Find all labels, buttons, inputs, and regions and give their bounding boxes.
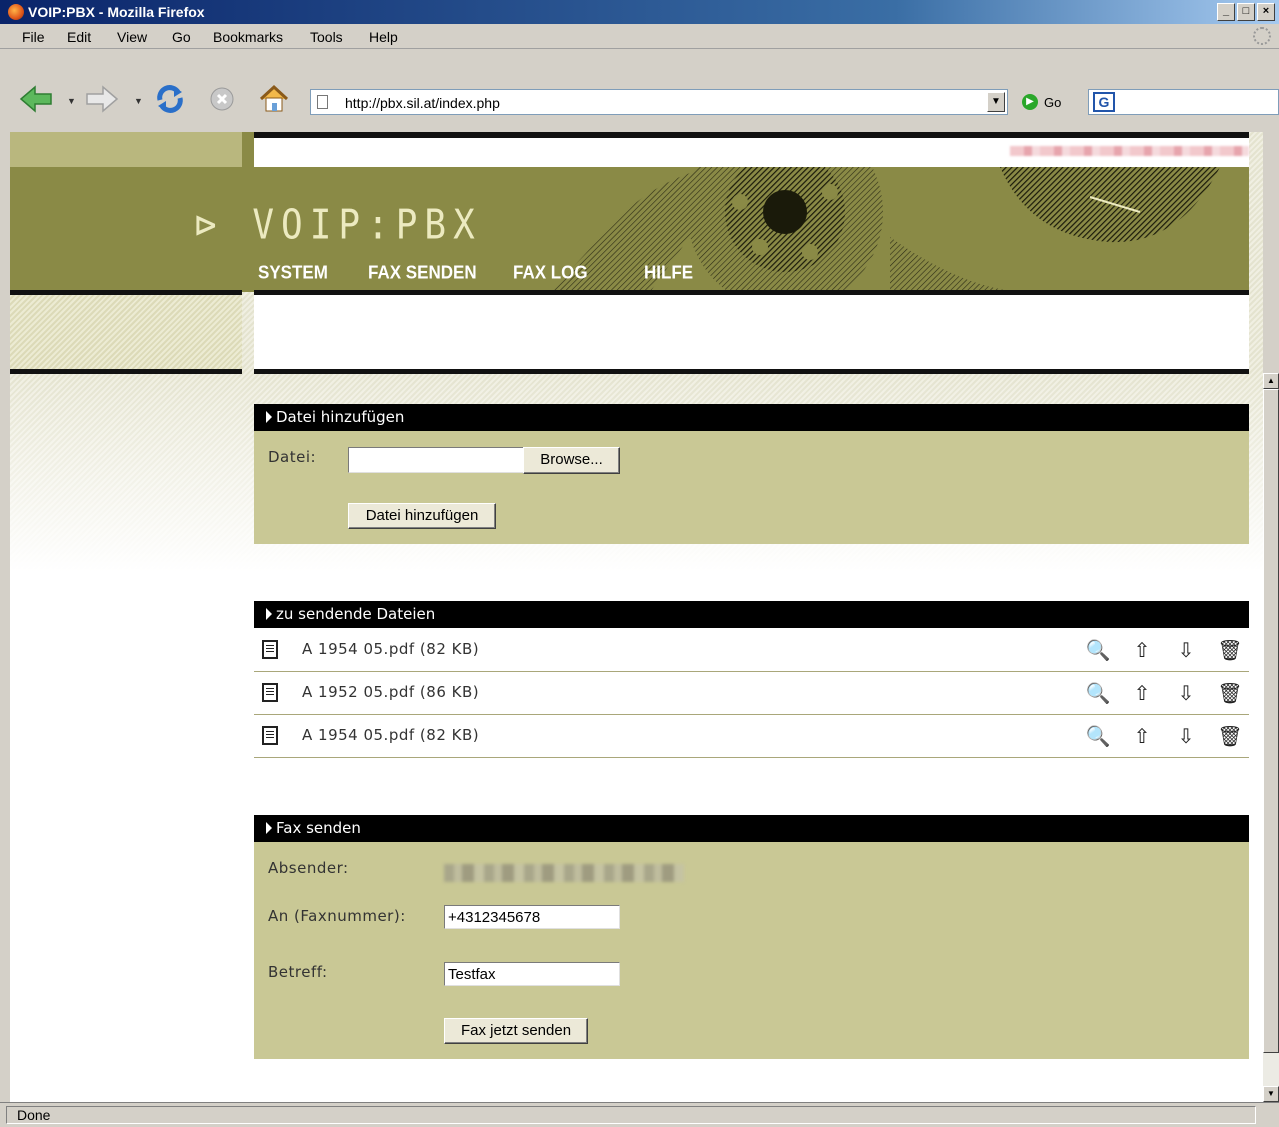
url-bar[interactable]: http://pbx.sil.at/index.php ▼ [310,89,1008,115]
move-up-icon[interactable]: ⇧ [1129,723,1155,749]
scroll-thumb[interactable] [1263,389,1279,1053]
add-file-button[interactable]: Datei hinzufügen [348,503,496,529]
forward-dropdown-icon[interactable]: ▼ [134,96,143,106]
reload-button[interactable] [152,85,188,113]
back-dropdown-icon[interactable]: ▼ [67,96,76,106]
preview-icon[interactable]: 🔍 [1085,637,1111,663]
menu-view[interactable]: View [117,29,147,45]
scroll-up-icon[interactable]: ▲ [1263,373,1279,389]
window-title: VOIP:PBX - Mozilla Firefox [28,4,205,20]
header-band: ⊳ VOIP:PBX SYSTEM FAX SENDEN FAX LOG HIL… [10,167,1249,292]
scroll-down-icon[interactable]: ▼ [1263,1086,1279,1102]
move-up-icon[interactable]: ⇧ [1129,680,1155,706]
forward-button[interactable] [84,85,120,113]
window-titlebar: VOIP:PBX - Mozilla Firefox _ □ × [0,0,1279,24]
preview-icon[interactable]: 🔍 [1085,680,1111,706]
header-left-block [10,132,242,167]
nav-hilfe[interactable]: HILFE [644,262,693,284]
menu-go[interactable]: Go [172,29,191,45]
delete-icon[interactable]: 🗑 [1217,637,1243,663]
send-fax-button[interactable]: Fax jetzt senden [444,1018,588,1044]
file-input[interactable] [348,447,524,473]
sender-value-redacted [444,864,684,882]
menu-bar: File Edit View Go Bookmarks Tools Help [0,24,1279,49]
url-text[interactable]: http://pbx.sil.at/index.php [345,95,500,111]
site-logo[interactable]: ⊳ VOIP:PBX [195,202,482,249]
move-down-icon[interactable]: ⇩ [1173,680,1199,706]
heading-arrow-icon [266,822,272,834]
file-row: A 1952 05.pdf (86 KB) 🔍 ⇧ ⇩ 🗑 [254,671,1249,715]
maximize-button[interactable]: □ [1237,3,1255,21]
send-fax-heading: Fax senden [254,815,1249,842]
menu-tools[interactable]: Tools [310,29,343,45]
header-bottom-line-right [254,369,1249,374]
throbber-icon [1253,27,1271,45]
go-icon: ▶ [1022,94,1038,110]
file-row: A 1954 05.pdf (82 KB) 🔍 ⇧ ⇩ 🗑 [254,628,1249,672]
heading-arrow-icon [266,608,272,620]
google-icon: G [1093,92,1115,112]
menu-help[interactable]: Help [369,29,398,45]
status-text: Done [6,1106,1256,1124]
status-bar: Done [0,1102,1279,1127]
move-down-icon[interactable]: ⇩ [1173,723,1199,749]
firefox-icon [8,4,24,20]
page-viewport: ⊳ VOIP:PBX SYSTEM FAX SENDEN FAX LOG HIL… [10,132,1263,1102]
logo-mark-icon: ⊳ [195,201,224,250]
stop-button[interactable] [206,85,238,113]
stop-icon [210,87,234,111]
nav-fax-senden[interactable]: FAX SENDEN [368,262,477,284]
subject-label: Betreff: [268,963,328,981]
heading-arrow-icon [266,411,272,423]
close-button[interactable]: × [1257,3,1275,21]
navigation-toolbar: ▼ ▼ http://pbx.sil.at/index.php ▼ ▶ Go G [0,49,1279,132]
fax-number-label: An (Faxnummer): [268,907,406,925]
file-row: A 1954 05.pdf (82 KB) 🔍 ⇧ ⇩ 🗑 [254,714,1249,758]
reload-icon [157,85,183,113]
document-icon [262,726,278,745]
browse-button[interactable]: Browse... [523,447,620,474]
minimize-button[interactable]: _ [1217,3,1235,21]
page-scrollbar[interactable]: ▲ ▼ [1263,373,1279,1102]
delete-icon[interactable]: 🗑 [1217,723,1243,749]
home-icon [259,84,289,112]
header-bottom-line-left [10,369,242,374]
sender-label: Absender: [268,859,349,877]
delete-icon[interactable]: 🗑 [1217,680,1243,706]
file-label: Datei: [268,448,317,466]
preview-icon[interactable]: 🔍 [1085,723,1111,749]
document-icon [262,683,278,702]
subject-input[interactable] [444,962,620,986]
file-name: A 1952 05.pdf (86 KB) [302,683,480,701]
add-file-heading: Datei hinzufügen [254,404,1249,431]
nav-fax-log[interactable]: FAX LOG [513,262,588,284]
file-name: A 1954 05.pdf (82 KB) [302,640,480,658]
send-fax-panel: Absender: An (Faxnummer): Betreff: Fax j… [254,842,1249,1059]
page-icon [317,95,328,109]
fax-number-input[interactable] [444,905,620,929]
header-sub-white [254,295,1249,370]
nav-system[interactable]: SYSTEM [258,262,328,284]
queue-heading: zu sendende Dateien [254,601,1249,628]
menu-file[interactable]: File [22,29,45,45]
home-button[interactable] [256,84,292,113]
logo-text: VOIP:PBX [252,201,482,250]
document-icon [262,640,278,659]
file-name: A 1954 05.pdf (82 KB) [302,726,480,744]
redacted-banner [1010,146,1249,156]
menu-bookmarks[interactable]: Bookmarks [213,29,283,45]
back-arrow-icon [19,85,52,113]
back-button[interactable] [18,85,54,113]
move-down-icon[interactable]: ⇩ [1173,637,1199,663]
header-sub-left [10,295,242,370]
forward-arrow-icon [86,85,119,113]
move-up-icon[interactable]: ⇧ [1129,637,1155,663]
go-button[interactable]: ▶ Go [1022,94,1061,110]
header-separator [242,132,254,167]
add-file-panel: Datei: Browse... Datei hinzufügen [254,431,1249,544]
url-dropdown-icon[interactable]: ▼ [987,92,1005,112]
google-search-box[interactable]: G [1088,89,1279,115]
menu-edit[interactable]: Edit [67,29,91,45]
go-label: Go [1044,94,1062,110]
